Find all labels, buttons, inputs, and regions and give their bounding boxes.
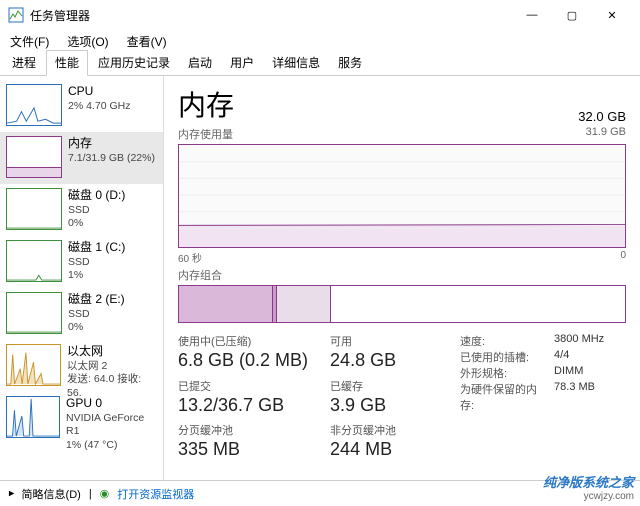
sidebar-item-cpu[interactable]: CPU2% 4.70 GHz bbox=[0, 80, 163, 132]
menu-file[interactable]: 文件(F) bbox=[6, 31, 53, 52]
sidebar-item-label: GPU 0 bbox=[66, 396, 157, 412]
stat-committed: 13.2/36.7 GB bbox=[178, 394, 308, 417]
sidebar-item-label: 磁盘 1 (C:) bbox=[68, 240, 125, 256]
taskmgr-icon bbox=[8, 7, 24, 23]
memory-capacity: 32.0 GB bbox=[578, 109, 626, 124]
tab-app-history[interactable]: 应用历史记录 bbox=[90, 51, 178, 75]
watermark: 纯净版系统之家 ycwjzy.com bbox=[543, 472, 634, 502]
resmon-icon: ◉ bbox=[100, 487, 110, 500]
divider: | bbox=[89, 488, 92, 500]
page-title: 内存 bbox=[178, 84, 234, 124]
tabbar: 进程 性能 应用历史记录 启动 用户 详细信息 服务 bbox=[0, 52, 640, 76]
sidebar-item-gpu0[interactable]: GPU 0NVIDIA GeForce R11% (47 °C) bbox=[0, 392, 163, 444]
prop-hw-reserved: 78.3 MB bbox=[554, 381, 595, 413]
sidebar-item-label: 内存 bbox=[68, 136, 155, 152]
maximize-button[interactable]: ▢ bbox=[552, 0, 592, 30]
stat-paged: 335 MB bbox=[178, 438, 308, 461]
memory-composition bbox=[178, 285, 626, 323]
ethernet-thumb bbox=[6, 344, 61, 386]
tab-startup[interactable]: 启动 bbox=[180, 51, 220, 75]
properties: 速度:3800 MHz 已使用的插槽:4/4 外形规格:DIMM 为硬件保留的内… bbox=[460, 333, 604, 467]
tab-details[interactable]: 详细信息 bbox=[264, 51, 328, 75]
chevron-down-icon[interactable]: ▾ bbox=[4, 491, 17, 497]
memory-thumb bbox=[6, 136, 62, 178]
prop-slots: 4/4 bbox=[554, 349, 569, 365]
sidebar-item-label: CPU bbox=[68, 84, 130, 100]
sidebar: CPU2% 4.70 GHz 内存7.1/31.9 GB (22%) 磁盘 0 … bbox=[0, 76, 164, 480]
disk-thumb bbox=[6, 188, 62, 230]
sidebar-item-ethernet[interactable]: 以太网以太网 2发送: 64.0 接收: 56. bbox=[0, 340, 163, 392]
menubar: 文件(F) 选项(O) 查看(V) bbox=[0, 30, 640, 52]
memory-usage-graph bbox=[178, 144, 626, 248]
sidebar-item-memory[interactable]: 内存7.1/31.9 GB (22%) bbox=[0, 132, 163, 184]
close-button[interactable]: ✕ bbox=[592, 0, 632, 30]
composition-label: 内存组合 bbox=[178, 267, 222, 283]
minimize-button[interactable]: — bbox=[512, 0, 552, 30]
prop-speed: 3800 MHz bbox=[554, 333, 604, 349]
stats: 使用中(已压缩) 6.8 GB (0.2 MB) 已提交 13.2/36.7 G… bbox=[178, 333, 626, 467]
graph-label: 内存使用量 bbox=[178, 126, 233, 142]
titlebar: 任务管理器 — ▢ ✕ bbox=[0, 0, 640, 30]
window-title: 任务管理器 bbox=[30, 7, 512, 24]
sidebar-item-disk1[interactable]: 磁盘 1 (C:)SSD1% bbox=[0, 236, 163, 288]
cpu-thumb bbox=[6, 84, 62, 126]
tab-services[interactable]: 服务 bbox=[330, 51, 370, 75]
graph-max: 31.9 GB bbox=[586, 126, 626, 142]
stat-available: 24.8 GB bbox=[330, 349, 438, 372]
main: CPU2% 4.70 GHz 内存7.1/31.9 GB (22%) 磁盘 0 … bbox=[0, 76, 640, 480]
open-resource-monitor-link[interactable]: 打开资源监视器 bbox=[117, 486, 194, 502]
sidebar-item-disk2[interactable]: 磁盘 2 (E:)SSD0% bbox=[0, 288, 163, 340]
tab-processes[interactable]: 进程 bbox=[4, 51, 44, 75]
stat-nonpaged: 244 MB bbox=[330, 438, 438, 461]
sidebar-item-label: 磁盘 2 (E:) bbox=[68, 292, 125, 308]
disk-thumb bbox=[6, 240, 62, 282]
sidebar-item-label: 磁盘 0 (D:) bbox=[68, 188, 125, 204]
fewer-details-button[interactable]: 简略信息(D) bbox=[22, 486, 81, 502]
stat-used: 6.8 GB (0.2 MB) bbox=[178, 349, 308, 372]
tab-users[interactable]: 用户 bbox=[222, 51, 262, 75]
tab-performance[interactable]: 性能 bbox=[46, 50, 88, 76]
stat-cached: 3.9 GB bbox=[330, 394, 438, 417]
disk-thumb bbox=[6, 292, 62, 334]
content: 内存 32.0 GB 内存使用量31.9 GB 60 秒0 内存组合 使用中(已… bbox=[164, 76, 640, 480]
menu-options[interactable]: 选项(O) bbox=[63, 31, 112, 52]
menu-view[interactable]: 查看(V) bbox=[123, 31, 171, 52]
window-controls: — ▢ ✕ bbox=[512, 0, 632, 30]
prop-form: DIMM bbox=[554, 365, 583, 381]
sidebar-item-label: 以太网 bbox=[67, 344, 157, 360]
sidebar-item-disk0[interactable]: 磁盘 0 (D:)SSD0% bbox=[0, 184, 163, 236]
gpu-thumb bbox=[6, 396, 60, 438]
